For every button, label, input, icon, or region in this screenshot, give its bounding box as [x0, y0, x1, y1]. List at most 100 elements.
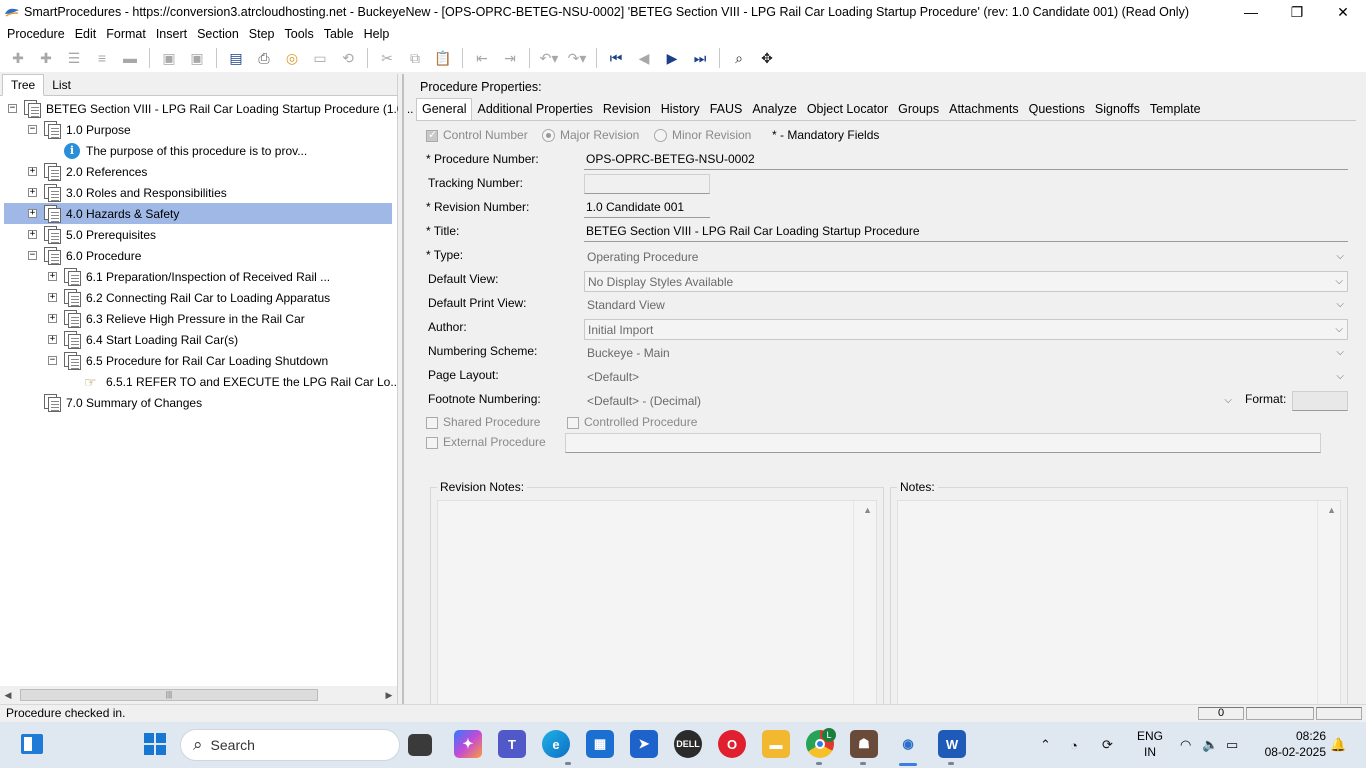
move-icon[interactable]: ✥ — [756, 47, 778, 69]
dell-icon[interactable]: DELL — [674, 730, 702, 758]
scroll-up-icon[interactable]: ▲ — [863, 505, 872, 515]
tab-template[interactable]: Template — [1145, 99, 1206, 120]
copy-icon[interactable]: ⧉ — [404, 47, 426, 69]
web-icon[interactable]: ◎ — [281, 47, 303, 69]
control-number-checkbox[interactable]: Control Number — [426, 128, 528, 142]
tree-item[interactable]: +2.0 References — [28, 161, 147, 182]
numbering-scheme-select[interactable]: Buckeye - Main ⌵ — [584, 343, 1348, 364]
type-select[interactable]: Operating Procedure ⌵ — [584, 247, 1348, 268]
first-icon[interactable]: ⏮ — [605, 47, 627, 69]
tree-item[interactable]: +4.0 Hazards & Safety — [4, 203, 392, 224]
insert-text-icon[interactable]: ≡ — [91, 47, 113, 69]
properties-icon[interactable]: ▭ — [309, 47, 331, 69]
find-icon[interactable]: ⌕ — [728, 47, 750, 69]
collapse-icon[interactable]: − — [28, 125, 37, 134]
shared-procedure-checkbox[interactable]: Shared Procedure — [426, 415, 540, 429]
taskbar-search[interactable]: ⌕ Search — [180, 729, 400, 761]
tree-item[interactable]: − 1.0 Purpose — [28, 119, 131, 140]
scroll-right-icon[interactable]: ▶ — [381, 690, 397, 701]
add-section-icon[interactable]: ✚ — [7, 47, 29, 69]
start-icon[interactable] — [141, 730, 169, 758]
save-icon[interactable]: ▣ — [158, 47, 180, 69]
tab-additional-properties[interactable]: Additional Properties — [472, 99, 597, 120]
default-view-select[interactable]: No Display Styles Available ⌵ — [584, 271, 1348, 292]
menu-tools[interactable]: Tools — [280, 27, 319, 41]
save-all-icon[interactable]: ▣ — [186, 47, 208, 69]
tab-list[interactable]: List — [44, 75, 79, 95]
paste-icon[interactable]: 📋 — [432, 47, 454, 69]
revision-number-field[interactable]: 1.0 Candidate 001 — [584, 198, 710, 218]
wifi-icon[interactable]: ◠ — [1180, 722, 1191, 768]
expand-icon[interactable]: + — [28, 167, 37, 176]
redo-icon[interactable]: ↷▾ — [566, 47, 588, 69]
tree-item[interactable]: − 6.0 Procedure — [28, 245, 141, 266]
tab-object-locator[interactable]: Object Locator — [802, 99, 893, 120]
menu-table[interactable]: Table — [319, 27, 359, 41]
tab-questions[interactable]: Questions — [1024, 99, 1090, 120]
tree-item[interactable]: +6.4 Start Loading Rail Car(s) — [48, 329, 238, 350]
tree-item[interactable]: ☞ 6.5.1 REFER TO and EXECUTE the LPG Rail… — [68, 371, 400, 392]
remote-app-icon[interactable]: ☗ — [850, 730, 878, 758]
insert-step-icon[interactable]: ☰ — [63, 47, 85, 69]
expand-icon[interactable]: + — [28, 209, 37, 218]
tab-analyze[interactable]: Analyze — [747, 99, 801, 120]
clock[interactable]: 08:26 08-02-2025 — [1265, 728, 1326, 760]
word-icon[interactable]: W — [938, 730, 966, 758]
copilot-icon[interactable]: ✦ — [454, 730, 482, 758]
widgets-icon[interactable] — [18, 730, 46, 758]
expand-icon[interactable]: + — [48, 335, 57, 344]
next-icon[interactable]: ▶ — [661, 47, 683, 69]
power-automate-icon[interactable]: ➤ — [630, 730, 658, 758]
tab-general[interactable]: General — [416, 98, 473, 120]
menu-step[interactable]: Step — [244, 27, 280, 41]
tab-tree[interactable]: Tree — [2, 74, 45, 96]
menu-format[interactable]: Format — [101, 27, 151, 41]
tab-signoffs[interactable]: Signoffs — [1090, 99, 1145, 120]
expand-icon[interactable]: + — [48, 293, 57, 302]
tree-item[interactable]: +6.3 Relieve High Pressure in the Rail C… — [48, 308, 305, 329]
volume-icon[interactable]: 🔈 — [1202, 722, 1218, 768]
scroll-thumb[interactable]: ||| — [20, 689, 318, 701]
tracking-number-field[interactable] — [584, 174, 710, 194]
undo-icon[interactable]: ↶▾ — [538, 47, 560, 69]
scroll-up-icon[interactable]: ▲ — [1327, 505, 1336, 515]
footnote-numbering-select[interactable]: <Default> - (Decimal) ⌵ — [584, 391, 1236, 412]
scroll-left-icon[interactable]: ◀ — [0, 690, 16, 701]
restore-button[interactable]: ❐ — [1274, 0, 1320, 24]
indent-icon[interactable]: ⇥ — [499, 47, 521, 69]
notes-textarea[interactable]: ▲ — [897, 500, 1341, 706]
smartprocedures-taskbar-icon[interactable]: ◉ — [894, 730, 922, 758]
menu-section[interactable]: Section — [192, 27, 244, 41]
tree-item[interactable]: i The purpose of this procedure is to pro… — [48, 140, 307, 161]
external-procedure-field[interactable] — [565, 433, 1321, 453]
tree-item[interactable]: − BETEG Section VIII - LPG Rail Car Loadi… — [8, 98, 414, 119]
outdent-icon[interactable]: ⇤ — [471, 47, 493, 69]
revision-notes-textarea[interactable]: ▲ — [437, 500, 877, 706]
expand-icon[interactable]: + — [28, 188, 37, 197]
link-icon[interactable]: ⟲ — [337, 47, 359, 69]
preview-icon[interactable]: ▤ — [225, 47, 247, 69]
notifications-icon[interactable]: 🔔 — [1330, 722, 1346, 768]
page-layout-select[interactable]: <Default> ⌵ — [584, 367, 1348, 388]
teams-icon[interactable]: T — [498, 730, 526, 758]
menu-help[interactable]: Help — [359, 27, 395, 41]
tree-item[interactable]: +3.0 Roles and Responsibilities — [28, 182, 227, 203]
tray-overflow-icon[interactable]: ⌃ — [1040, 722, 1051, 768]
expand-icon[interactable]: + — [28, 230, 37, 239]
title-field[interactable]: BETEG Section VIII - LPG Rail Car Loadin… — [584, 222, 1348, 242]
scroll-track[interactable]: ||| — [16, 688, 381, 702]
major-revision-radio[interactable]: Major Revision — [542, 128, 639, 143]
last-icon[interactable]: ⏭ — [689, 47, 711, 69]
cut-icon[interactable]: ✂ — [376, 47, 398, 69]
delete-icon[interactable]: ▬ — [119, 47, 141, 69]
tree-item[interactable]: 7.0 Summary of Changes — [28, 392, 202, 413]
opera-icon[interactable]: O — [718, 730, 746, 758]
minimize-button[interactable]: — — [1228, 0, 1274, 24]
pane-splitter[interactable] — [398, 74, 408, 704]
tree-item[interactable]: +6.2 Connecting Rail Car to Loading Appa… — [48, 287, 330, 308]
horizontal-scrollbar[interactable]: ◀ ||| ▶ — [0, 686, 397, 704]
menu-insert[interactable]: Insert — [151, 27, 192, 41]
task-view-icon[interactable] — [408, 734, 432, 756]
add-subsection-icon[interactable]: ✚ — [35, 47, 57, 69]
tab-groups[interactable]: Groups — [893, 99, 944, 120]
